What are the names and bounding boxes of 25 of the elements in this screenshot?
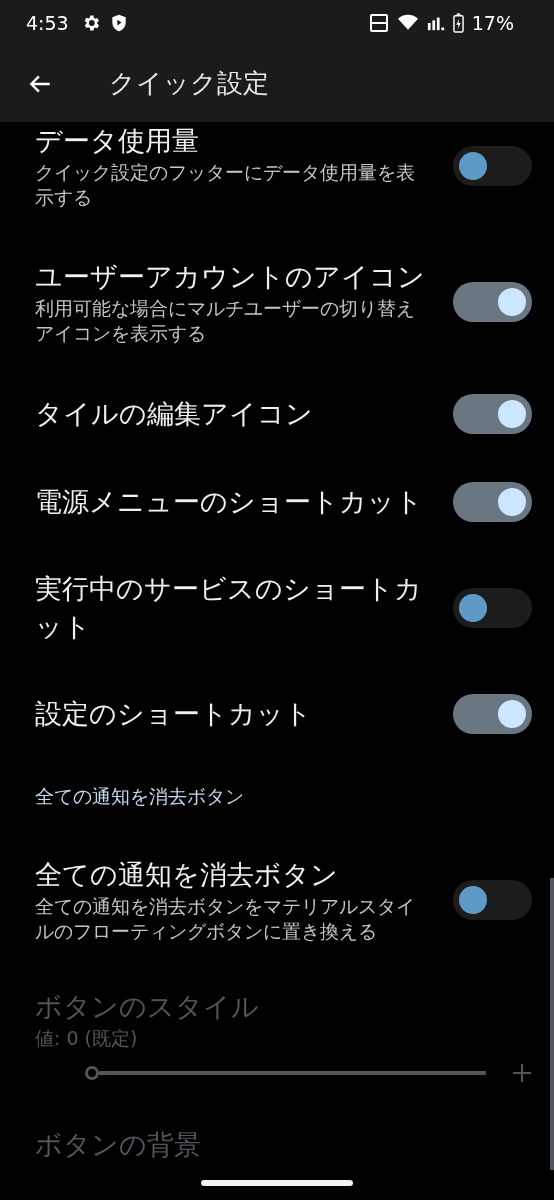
setting-title: 実行中のサービスのショートカット: [35, 572, 423, 644]
setting-title: 設定のショートカット: [35, 697, 313, 731]
toggle-switch[interactable]: [453, 282, 532, 322]
page-title: クイック設定: [109, 67, 269, 100]
setting-title: ボタンのスタイル: [35, 990, 260, 1024]
battery-icon: [452, 12, 464, 33]
setting-title: ユーザーアカウントのアイコン: [35, 260, 426, 294]
setting-summary: クイック設定のフッターにデータ使用量を表示する: [35, 160, 416, 210]
status-time: 4:53: [26, 11, 69, 34]
toggle-switch[interactable]: [453, 394, 532, 434]
category-header: 全ての通知を消去ボタン: [34, 784, 245, 809]
toggle-switch[interactable]: [453, 146, 532, 186]
setting-title: ボタンの背景: [35, 1129, 201, 1161]
toggle-switch[interactable]: [453, 482, 532, 522]
setting-summary: 値: 0 (既定): [35, 1026, 139, 1051]
setting-summary: 利用可能な場合にマルチユーザーの切り替えアイコンを表示する: [35, 296, 416, 346]
toggle-switch[interactable]: [453, 694, 532, 734]
toggle-switch[interactable]: [453, 588, 532, 628]
setting-title: 電源メニューのショートカット: [35, 485, 424, 519]
toggle-switch[interactable]: [453, 880, 532, 920]
setting-title: タイルの編集アイコン: [35, 397, 314, 431]
setting-summary: 全ての通知を消去ボタンをマテリアルスタイルのフローティングボタンに置き換える: [35, 894, 416, 944]
setting-title: 全ての通知を消去ボタン: [35, 858, 339, 892]
battery-percent: 17%: [471, 11, 514, 34]
setting-title: データ使用量: [35, 124, 200, 158]
